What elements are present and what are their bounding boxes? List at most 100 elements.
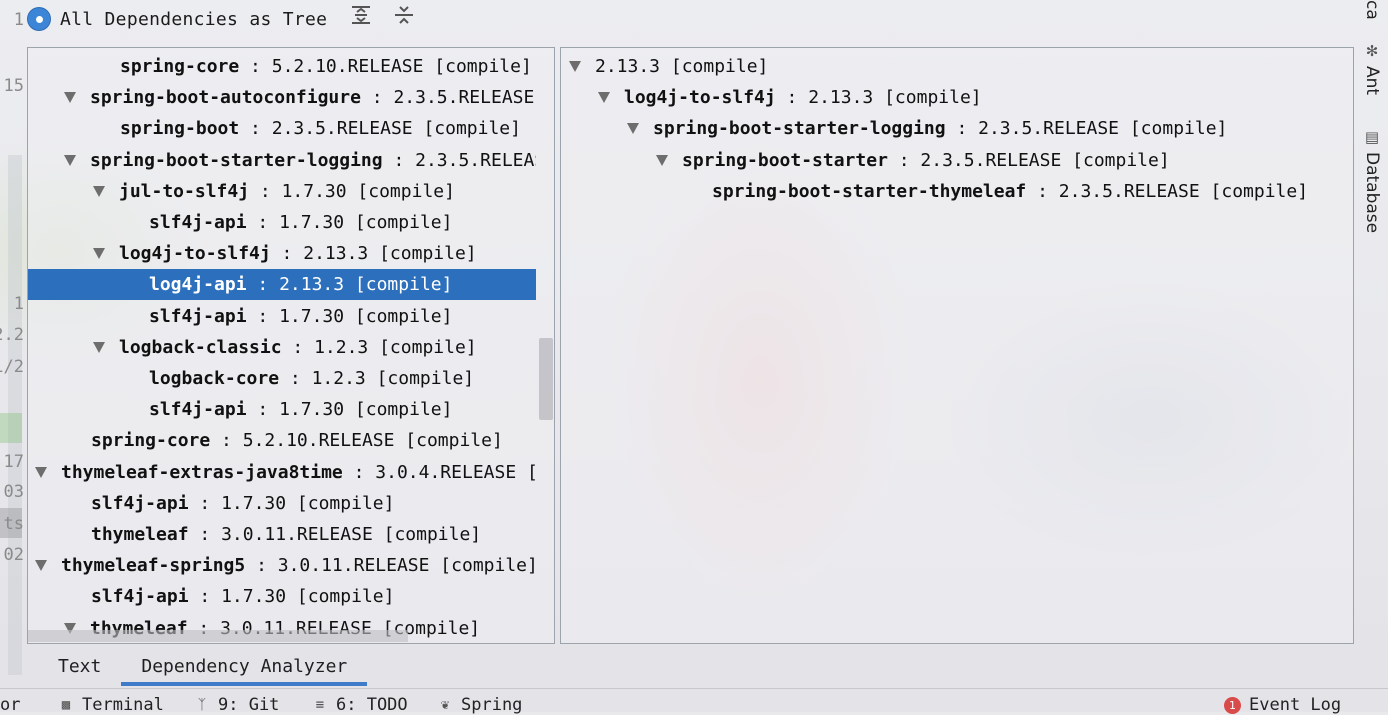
separator: : [188, 586, 222, 608]
vertical-scrollbar[interactable] [539, 338, 553, 420]
artifact-name: thymeleaf [91, 524, 189, 545]
expand-arrow-icon[interactable] [656, 154, 668, 166]
tree-node[interactable]: spring-core : 5.2.10.RELEASE [compile] [28, 51, 536, 82]
expand-arrow-icon[interactable] [93, 185, 105, 197]
separator: : [342, 461, 376, 483]
terminal-tool-button[interactable]: ▩ Terminal [58, 695, 164, 715]
tree-node[interactable]: spring-core : 5.2.10.RELEASE [compile] [28, 425, 536, 456]
tree-node[interactable]: spring-boot-autoconfigure : 2.3.5.RELEAS… [28, 82, 536, 113]
tree-node[interactable]: thymeleaf-extras-java8time : 3.0.4.RELEA… [28, 457, 536, 488]
tree-node[interactable]: thymeleaf-spring5 : 3.0.11.RELEASE [comp… [28, 550, 536, 581]
artifact-version: 2.13.3 [compile] [808, 87, 982, 109]
tree-node[interactable]: spring-boot-starter : 2.3.5.RELEASE [com… [561, 145, 1335, 176]
line-number: 1 [13, 10, 24, 30]
artifact-version: 2.3.5.RELEASE [compile] [271, 118, 521, 140]
artifact-version: 2.13.3 [compile] [279, 274, 453, 296]
mode-radio-button[interactable] [28, 8, 50, 30]
collapse-all-icon[interactable] [392, 3, 416, 27]
line-number: ts [3, 514, 24, 534]
artifact-version: 2.3.5.RELEASE [compile] [415, 149, 536, 171]
ant-label: Ant [1362, 66, 1382, 96]
expand-arrow-icon[interactable] [627, 123, 639, 135]
database-tool-button[interactable]: ▤ Database [1362, 128, 1382, 233]
tab-text[interactable]: Text [27, 650, 121, 686]
todo-label: 6: TODO [336, 695, 408, 715]
mode-label[interactable]: All Dependencies as Tree [60, 9, 327, 30]
artifact-name: slf4j-api [149, 305, 247, 327]
tree-node[interactable]: slf4j-api : 1.7.30 [compile] [28, 301, 536, 332]
cut-tool-button[interactable]: or [0, 695, 20, 715]
expand-arrow-icon[interactable] [93, 341, 105, 353]
database-icon: ▤ [1363, 128, 1381, 146]
side-tool-cut[interactable]: ca [1362, 0, 1382, 20]
tree-node[interactable]: slf4j-api : 1.7.30 [compile] [28, 207, 536, 238]
expand-arrow-icon[interactable] [64, 154, 76, 166]
artifact-name: log4j-to-slf4j [119, 243, 271, 265]
separator: : [281, 336, 315, 358]
tree-node[interactable]: log4j-to-slf4j : 2.13.3 [compile] [28, 238, 536, 269]
tree-node[interactable]: thymeleaf : 3.0.11.RELEASE [compile] [28, 519, 536, 550]
tree-node[interactable]: spring-boot-starter-logging : 2.3.5.RELE… [561, 113, 1335, 144]
gutter-change-marker [0, 413, 22, 443]
dependency-tree-pane[interactable]: spring-core : 5.2.10.RELEASE [compile] sp… [27, 47, 555, 644]
separator: : [188, 524, 222, 545]
tree-node[interactable]: logback-core : 1.2.3 [compile] [28, 363, 536, 394]
tree-node[interactable]: log4j-api : 2.13.3 [compile] [28, 269, 536, 301]
tree-node[interactable]: spring-boot-starter-logging : 2.3.5.RELE… [28, 145, 536, 176]
separator: : [245, 555, 278, 577]
expand-all-icon[interactable] [349, 3, 373, 27]
line-number: 02 [3, 545, 24, 565]
ant-tool-button[interactable]: ✻ Ant [1362, 42, 1382, 95]
event-log-button[interactable]: 1 Event Log [1224, 695, 1341, 715]
line-number: 1 [13, 294, 24, 314]
artifact-name: logback-core [149, 368, 280, 389]
artifact-version: 3.0.11.RELEASE [compile] [277, 555, 536, 577]
expand-arrow-icon[interactable] [569, 61, 581, 72]
artifact-name: thymeleaf-extras-java8time [61, 461, 343, 483]
separator: : [210, 430, 243, 452]
expand-arrow-icon[interactable] [598, 92, 610, 104]
tree-node[interactable]: jul-to-slf4j : 1.7.30 [compile] [28, 176, 536, 207]
right-tool-strip: ca ✻ Ant ▤ Database [1356, 0, 1388, 688]
artifact-version: 2.13.3 [compile] [303, 243, 477, 265]
artifact-version: 2.3.5.RELEASE [compile] [920, 149, 1170, 171]
artifact-name: slf4j-api [149, 212, 247, 233]
expand-arrow-icon[interactable] [35, 466, 47, 478]
tree-node[interactable]: log4j-to-slf4j : 2.13.3 [compile] [561, 82, 1335, 113]
separator: : [270, 243, 304, 265]
artifact-name: spring-core [120, 56, 240, 77]
separator: : [246, 274, 280, 296]
artifact-name: logback-classic [119, 336, 282, 358]
artifact-name: thymeleaf-spring5 [61, 555, 246, 577]
artifact-name: spring-boot [120, 118, 240, 140]
usage-tree-pane[interactable]: 2.13.3 [compile] log4j-to-slf4j : 2.13.3 … [560, 47, 1354, 644]
todo-tool-button[interactable]: ≡ 6: TODO [312, 695, 408, 715]
tree-node[interactable]: slf4j-api : 1.7.30 [compile] [28, 581, 536, 612]
artifact-version: 2.13.3 [compile] [595, 56, 769, 77]
tree-node[interactable]: spring-boot : 2.3.5.RELEASE [compile] [28, 113, 536, 144]
spring-tool-button[interactable]: ❦ Spring [437, 695, 523, 715]
bottom-tab-strip: Text Dependency Analyzer [27, 650, 368, 686]
tab-dependency-analyzer[interactable]: Dependency Analyzer [121, 650, 368, 686]
tree-node[interactable]: spring-boot-starter-thymeleaf : 2.3.5.RE… [561, 176, 1335, 207]
separator: : [360, 87, 394, 109]
artifact-version: 5.2.10.RELEASE [compile] [242, 430, 503, 452]
tree-node[interactable]: slf4j-api : 1.7.30 [compile] [28, 394, 536, 425]
artifact-version: 5.2.10.RELEASE [compile] [271, 56, 532, 77]
separator: : [239, 56, 272, 77]
separator: : [188, 492, 222, 514]
artifact-name: slf4j-api [149, 399, 247, 421]
expand-arrow-icon[interactable] [35, 560, 47, 572]
line-number: 15 [3, 76, 24, 96]
tree-node[interactable]: logback-classic : 1.2.3 [compile] [28, 332, 536, 363]
expand-arrow-icon[interactable] [93, 248, 105, 260]
separator: : [246, 305, 280, 327]
artifact-name: spring-core [91, 430, 211, 452]
expand-arrow-icon[interactable] [64, 92, 76, 104]
database-label: Database [1362, 152, 1382, 234]
git-tool-button[interactable]: ᛉ 9: Git [194, 695, 280, 715]
tree-node[interactable]: 2.13.3 [compile] [561, 51, 1335, 82]
tree-node[interactable]: slf4j-api : 1.7.30 [compile] [28, 488, 536, 519]
horizontal-scrollbar[interactable] [28, 630, 408, 642]
line-number: 17 [3, 452, 24, 472]
